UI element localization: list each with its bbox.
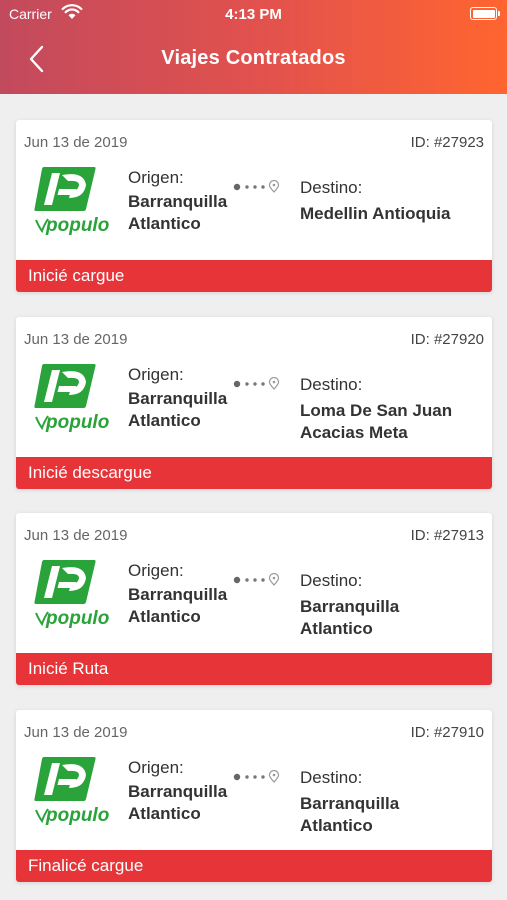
destination-city: Loma De San Juan — [300, 401, 453, 420]
trip-id: ID: #27920 — [410, 331, 484, 348]
origin-city: Barranquilla — [128, 782, 228, 801]
origin-label: Origen: — [128, 168, 184, 187]
trip-date: Jun 13 de 2019 — [24, 134, 128, 151]
origin-city: Barranquilla — [128, 389, 228, 408]
trip-status-bar: Inicié descargue — [16, 457, 492, 489]
trip-card[interactable]: Jun 13 de 2019 ID: #27913 populo Origen:… — [16, 513, 492, 685]
clock: 4:13 PM — [225, 6, 282, 23]
populo-logo: populo — [34, 362, 116, 434]
trip-date: Jun 13 de 2019 — [24, 331, 128, 348]
destination-region: Atlantico — [300, 816, 373, 835]
trip-status-bar: Finalicé cargue — [16, 850, 492, 882]
trip-id: ID: #27910 — [410, 724, 484, 741]
origin-region: Atlantico — [128, 214, 201, 233]
trip-card[interactable]: Jun 13 de 2019 ID: #27910 populo Origen:… — [16, 710, 492, 882]
origin-region: Atlantico — [128, 411, 201, 430]
trip-id: ID: #27923 — [410, 134, 484, 151]
origin-city: Barranquilla — [128, 585, 228, 604]
trip-card[interactable]: Jun 13 de 2019 ID: #27923 populo Origen:… — [16, 120, 492, 292]
trip-id: ID: #27913 — [410, 527, 484, 544]
battery-icon — [470, 7, 500, 20]
origin-label: Origen: — [128, 758, 184, 777]
destination-city: Medellin Antioquia — [300, 204, 451, 223]
destination-label: Destino: — [300, 571, 363, 590]
destination-label: Destino: — [300, 178, 363, 197]
trip-status-bar: Inicié cargue — [16, 260, 492, 292]
logo-text: populo — [45, 412, 109, 433]
route-icon — [233, 572, 281, 587]
logo-text: populo — [45, 608, 109, 629]
nav-header: Carrier 4:13 PM Viajes Contratados — [0, 0, 507, 94]
destination-region: Atlantico — [300, 619, 373, 638]
route-icon — [233, 376, 281, 391]
populo-logo: populo — [34, 755, 116, 827]
origin-region: Atlantico — [128, 607, 201, 626]
route-icon — [233, 179, 281, 194]
populo-logo: populo — [34, 165, 116, 237]
populo-logo: populo — [34, 558, 116, 630]
logo-text: populo — [45, 805, 109, 826]
destination-city: Barranquilla — [300, 597, 400, 616]
trip-card[interactable]: Jun 13 de 2019 ID: #27920 populo Origen:… — [16, 317, 492, 489]
trip-date: Jun 13 de 2019 — [24, 724, 128, 741]
page-title: Viajes Contratados — [161, 47, 346, 69]
destination-city: Barranquilla — [300, 794, 400, 813]
destination-region: Acacias Meta — [300, 423, 408, 442]
route-icon — [233, 769, 281, 784]
status-bar: Carrier 4:13 PM — [0, 0, 507, 28]
destination-label: Destino: — [300, 375, 363, 394]
origin-label: Origen: — [128, 561, 184, 580]
origin-region: Atlantico — [128, 804, 201, 823]
origin-city: Barranquilla — [128, 192, 228, 211]
trip-status-bar: Inicié Ruta — [16, 653, 492, 685]
logo-text: populo — [45, 215, 109, 236]
destination-label: Destino: — [300, 768, 363, 787]
origin-label: Origen: — [128, 365, 184, 384]
trip-date: Jun 13 de 2019 — [24, 527, 128, 544]
